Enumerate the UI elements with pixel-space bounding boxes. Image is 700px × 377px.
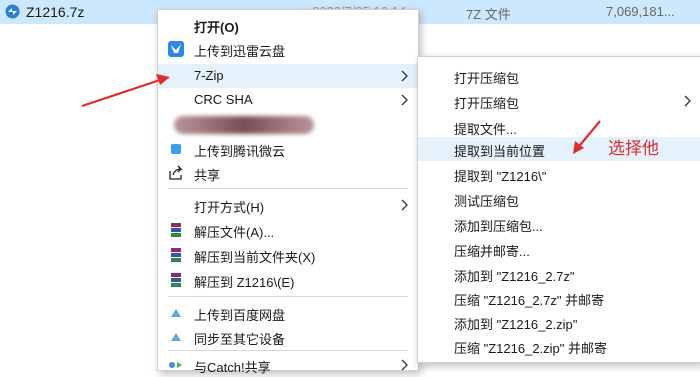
- arrow-to-7zip: [81, 74, 170, 108]
- annotation-label: 选择他: [608, 139, 659, 158]
- arrow-to-extract-here: [573, 120, 601, 154]
- annotation-arrows: [81, 74, 601, 154]
